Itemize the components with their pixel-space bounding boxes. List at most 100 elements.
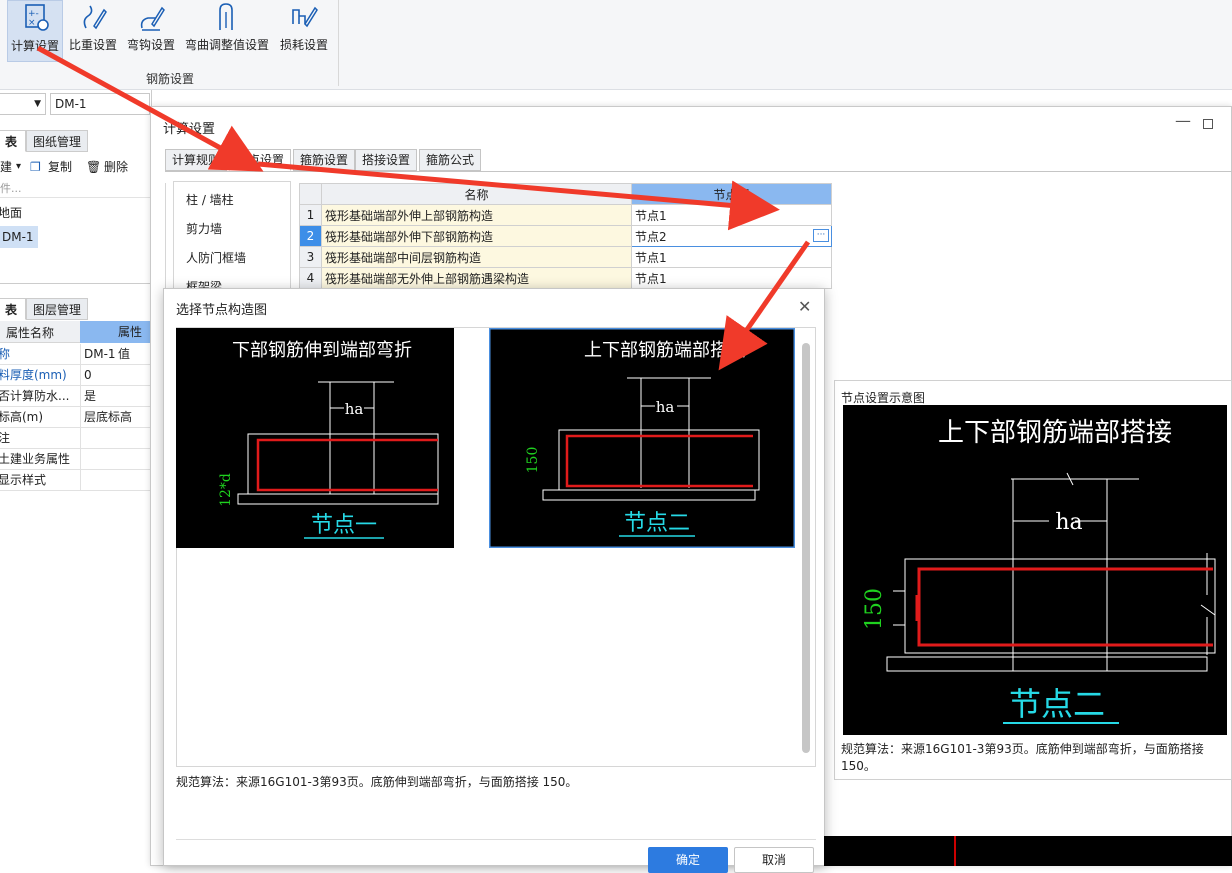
prop-value[interactable]: 是 [84,386,96,406]
table-row[interactable]: 1 筏形基础端部外伸上部钢筋构造 节点1 [299,204,832,226]
option-1-ha: ha [345,400,364,418]
preview-ha-label: ha [1055,510,1082,535]
prop-col-divider [80,344,81,364]
cell-num: 1 [299,204,322,226]
name-header: 名称 [321,183,632,205]
ribbon-separator [338,0,339,86]
delete-button[interactable]: 删除 [104,157,128,177]
cell-num: 4 [299,267,322,289]
component-toolbar: 建 ▾ ❐ 复制 🗑 删除 [0,157,152,177]
prop-name: 料厚度(mm) [0,368,67,382]
preview-node-label: 节点二 [1009,685,1105,723]
cell-value[interactable]: 节点2 ··· [631,225,832,247]
new-button[interactable]: 建 [0,157,12,177]
cell-num: 3 [299,246,322,268]
search-input[interactable]: 件... [0,180,152,198]
minimize-icon[interactable]: — [1175,111,1191,130]
table-row[interactable]: 3 筏形基础端部中间层钢筋构造 节点1 [299,246,832,268]
tab-component-list[interactable]: 表 [0,130,26,152]
loss-settings-label: 损耗设置 [279,38,328,52]
tab-2[interactable]: 箍筋设置 [293,149,356,171]
density-settings-button[interactable]: 比重设置 [67,0,119,62]
calc-settings-icon: +- × [25,4,49,31]
prop-col-divider [80,428,81,448]
option-2-title: 上下部钢筋端部搭接 [584,340,746,361]
num-header [299,183,322,205]
close-icon[interactable]: ✕ [798,297,811,316]
node-option-1[interactable]: 下部钢筋伸到端部弯折 ha 12*d 节点一 [176,328,454,548]
maximize-icon[interactable] [1203,119,1213,129]
prop-row[interactable]: 标高(m) 层底标高 [0,407,152,428]
preview-image-title: 上下部钢筋端部搭接 [938,418,1172,448]
ribbon-toolbar: +- × 计算设置 比重设置 弯钩设置 弯曲调整值设置 损耗设置 钢筋设置 [0,0,1232,90]
preview-description: 规范算法：来源16G101-3第93页。底筋伸到端部弯折，与面筋搭接 150。 [841,742,1204,773]
prop-name: 标高(m) [0,410,44,424]
hook-settings-icon [140,6,165,31]
cell-name: 筏形基础端部无外伸上部钢筋遇梁构造 [321,267,632,289]
cell-name: 筏形基础端部中间层钢筋构造 [321,246,632,268]
prop-header: 属性名称 属性值 [0,321,152,361]
prop-col-divider [80,365,81,385]
category-item[interactable]: 柱 / 墙柱 [186,190,286,210]
cell-value[interactable]: 节点1 [631,246,832,268]
prop-col-divider [80,470,81,490]
prop-value[interactable]: DM-1 [84,344,116,364]
floor-combo[interactable]: ▼ [0,93,46,115]
prop-value[interactable]: 0 [84,365,92,385]
table-row[interactable]: 2 筏形基础端部外伸下部钢筋构造 节点2 ··· [299,225,832,247]
option-2-side-dim: 150 [525,447,541,474]
prop-row[interactable]: 称 DM-1 [0,344,152,365]
ellipsis-button[interactable]: ··· [813,229,829,242]
prop-row[interactable]: 料厚度(mm) 0 [0,365,152,386]
tab-properties[interactable]: 表 [0,298,26,320]
node-option-2[interactable]: 上下部钢筋端部搭接 ha 150 节点二 [489,328,795,548]
tab-0[interactable]: 计算规则 [165,149,228,171]
tab-layer-manager[interactable]: 图层管理 [26,298,88,320]
ok-button[interactable]: 确定 [648,847,728,873]
copy-icon: ❐ [30,160,41,174]
option-2-ha: ha [656,398,675,416]
prop-value[interactable]: 层底标高 [84,407,132,427]
prop-name: 显示样式 [0,473,47,487]
prop-row[interactable]: 显示样式 [0,470,152,491]
tree-item-dm1[interactable]: DM-1 [0,226,38,248]
bend-adjust-button[interactable]: 弯曲调整值设置 [183,0,271,62]
cell-value[interactable]: 节点1 [631,267,832,289]
chevron-down-icon[interactable]: ▾ [16,157,21,177]
loss-settings-button[interactable]: 损耗设置 [277,0,331,62]
hook-settings-button[interactable]: 弯钩设置 [125,0,177,62]
prop-name: 土建业务属性 [0,452,71,466]
prop-row[interactable]: 土建业务属性 [0,449,152,470]
option-1-label: 节点一 [311,513,377,538]
cancel-button[interactable]: 取消 [734,847,814,873]
tab-4[interactable]: 箍筋公式 [419,149,482,171]
rebar-settings-group-label: 钢筋设置 [146,72,195,86]
gallery-scrollbar[interactable] [802,343,810,753]
prop-col-divider [80,449,81,469]
cell-num: 2 [299,225,322,247]
footer-divider [176,839,816,840]
tab-3[interactable]: 搭接设置 [355,149,418,171]
prop-row[interactable]: 否计算防水... 是 [0,386,152,407]
tab-1[interactable]: 节点设置 [229,149,292,171]
table-row[interactable]: 4 筏形基础端部无外伸上部钢筋遇梁构造 节点1 [299,267,832,289]
prop-name: 注 [0,431,11,445]
preview-title: 节点设置示意图 [841,391,926,405]
copy-button[interactable]: 复制 [48,157,72,177]
calc-settings-button[interactable]: +- × 计算设置 [7,0,63,62]
calc-settings-label: 计算设置 [10,39,59,53]
prop-name: 称 [0,347,11,361]
component-combo[interactable]: DM-1 [50,93,150,115]
category-item[interactable]: 剪力墙 [186,219,286,239]
canvas-axis-line [954,836,956,866]
prop-row[interactable]: 注 [0,428,152,449]
node-settings-table: 名称 节点图 1 筏形基础端部外伸上部钢筋构造 节点1 2 筏形基础端部外伸下部钢筋构造… [299,183,832,289]
tree-item-floor[interactable]: 地面 [0,204,22,221]
chevron-down-icon: ▼ [34,99,41,109]
density-settings-label: 比重设置 [68,38,117,52]
tab-drawing-manager[interactable]: 图纸管理 [26,130,88,152]
preview-image: 上下部钢筋端部搭接 ha 150 节点二 [843,405,1227,735]
cell-value[interactable]: 节点1 [631,204,832,226]
category-item[interactable]: 人防门框墙 [186,248,286,268]
prop-value-header: 属性值 [80,321,152,361]
